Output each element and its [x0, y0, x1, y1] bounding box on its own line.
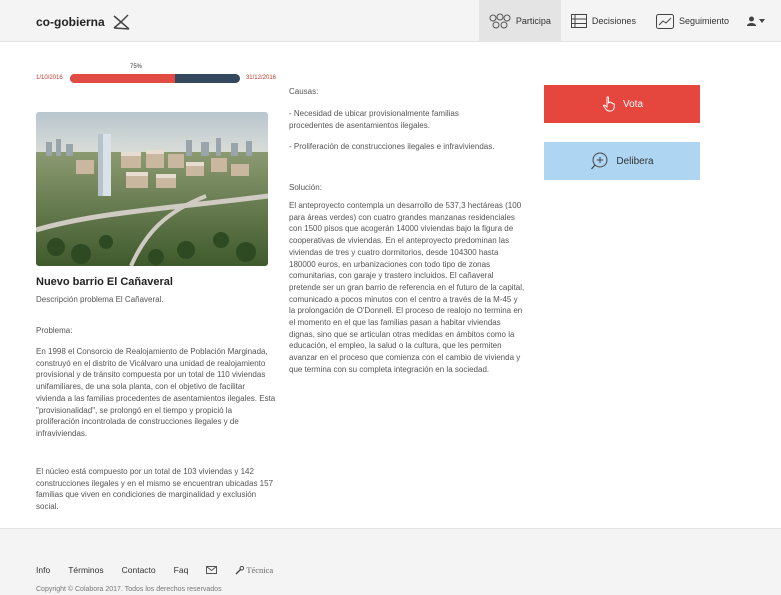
copyright: Copyright © Colabora 2017. Todos los der… — [36, 586, 222, 593]
footer-link-terms[interactable]: Términos — [68, 565, 103, 575]
user-icon — [747, 16, 756, 26]
envelope-icon[interactable] — [206, 566, 218, 574]
wrench-icon — [235, 565, 245, 574]
project-photo — [36, 112, 268, 266]
footer-link-faq[interactable]: Faq — [174, 565, 189, 575]
hand-pointer-icon — [603, 96, 615, 112]
vote-button[interactable]: Vota — [544, 85, 700, 123]
progress-percent: 75% — [130, 64, 143, 70]
cause-item: - Proliferación de construcciones ilegal… — [289, 142, 495, 151]
brand-name: co-gobierna — [36, 15, 105, 29]
network-logo-icon — [113, 14, 130, 30]
project-description: Descripción problema El Cañaveral. — [36, 295, 164, 304]
start-date: 1/10/2016 — [36, 75, 63, 81]
top-navbar: co-gobierna Participa Decisiones Seguimi… — [0, 0, 781, 42]
nav-decisiones-label: Decisiones — [591, 16, 636, 26]
deliberate-button-label: Delibera — [616, 155, 654, 167]
progress-fill — [70, 74, 176, 83]
caret-down-icon — [759, 19, 765, 23]
page-footer: Info Términos Contacto Faq Técnica Copyr… — [0, 528, 781, 595]
deliberate-button[interactable]: Delibera — [544, 142, 700, 180]
footer-links: Info Términos Contacto Faq Técnica — [36, 565, 273, 575]
solution-label: Solución: — [289, 183, 322, 192]
problem-paragraph: El núcleo está compuesto por un total de… — [36, 467, 274, 512]
zoom-in-icon — [591, 152, 608, 170]
chart-icon — [655, 13, 674, 29]
aerial-city-image — [36, 112, 268, 266]
progress-timeline: 75% 1/10/2016 31/12/2016 — [36, 64, 276, 92]
nav-decisiones[interactable]: Decisiones — [561, 0, 646, 42]
circles-icon — [489, 13, 511, 29]
footer-link-info[interactable]: Info — [36, 565, 50, 575]
solution-text: El anteproyecto contempla un desarrollo … — [289, 201, 525, 374]
main-nav: Participa Decisiones Seguimiento — [478, 0, 769, 42]
problem-paragraph: En 1998 el Consorcio de Realojamiento de… — [36, 347, 276, 438]
list-icon — [570, 14, 587, 28]
nav-seguimiento[interactable]: Seguimiento — [646, 0, 739, 42]
vote-button-label: Vota — [622, 98, 644, 110]
causes-label: Causas: — [289, 87, 319, 96]
footer-tecnica-label: Técnica — [246, 565, 274, 575]
end-date: 31/12/2016 — [245, 75, 276, 81]
footer-link-contact[interactable]: Contacto — [122, 565, 156, 575]
nav-participa[interactable]: Participa — [478, 0, 561, 42]
cause-item: - Necesidad de ubicar provisionalmente f… — [289, 109, 459, 130]
brand-logo[interactable]: co-gobierna — [36, 13, 131, 31]
user-menu[interactable] — [739, 0, 769, 42]
problem-label: Problema: — [36, 326, 73, 335]
nav-participa-label: Participa — [515, 16, 551, 26]
nav-seguimiento-label: Seguimiento — [678, 16, 729, 26]
footer-link-tecnica[interactable]: Técnica — [235, 565, 273, 575]
project-title: Nuevo barrio El Cañaveral — [36, 276, 173, 288]
progress-bar — [70, 74, 240, 83]
